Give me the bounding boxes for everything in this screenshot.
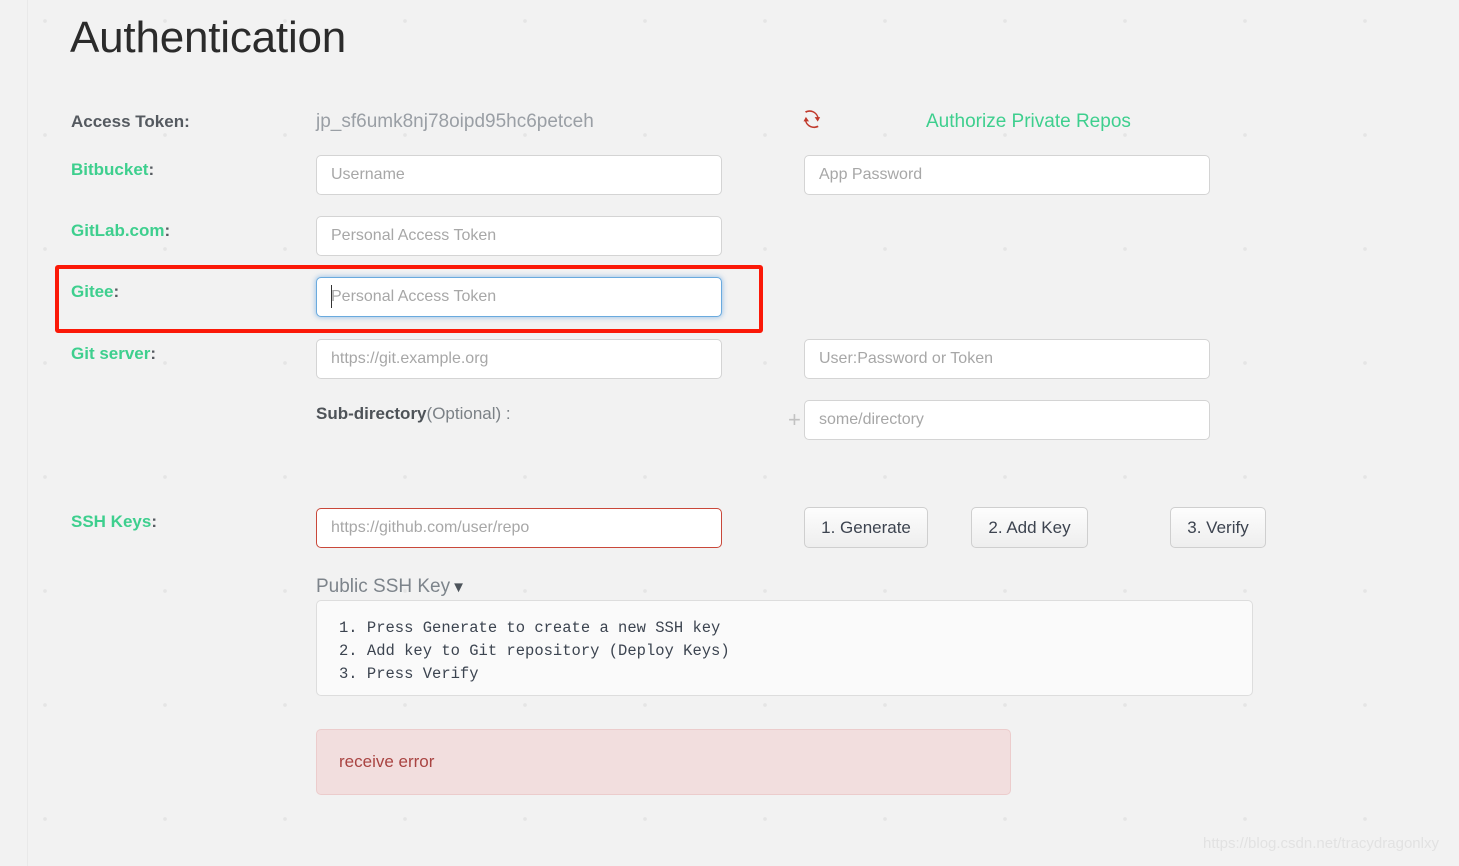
gitee-token-input-caret: [331, 285, 332, 308]
git-server-label-colon: :: [150, 344, 157, 363]
bitbucket-label-colon: :: [148, 160, 155, 179]
gitlab-label-text: GitLab.com: [71, 221, 165, 240]
ssh-key-instructions: 1. Press Generate to create a new SSH ke…: [316, 600, 1253, 696]
git-server-label: Git server:: [71, 345, 156, 362]
page-title: Authentication: [70, 13, 347, 62]
gitee-label: Gitee:: [71, 283, 119, 300]
page-background: Authentication Access Token: jp_sf6umk8n…: [0, 0, 1459, 866]
authorize-private-repos-link[interactable]: Authorize Private Repos: [926, 111, 1131, 133]
gitlab-token-input[interactable]: [316, 216, 722, 256]
sub-directory-input[interactable]: [804, 400, 1210, 440]
chevron-down-icon: ▼: [451, 579, 466, 596]
git-server-label-text: Git server: [71, 344, 151, 363]
bitbucket-username-input[interactable]: [316, 155, 722, 195]
gitee-label-text: Gitee: [71, 282, 114, 301]
verify-button[interactable]: 3. Verify: [1170, 507, 1266, 548]
ssh-repo-url-input[interactable]: [316, 508, 722, 548]
error-message-banner: receive error: [316, 729, 1011, 795]
access-token-value: jp_sf6umk8nj78oipd95hc6petceh: [316, 111, 594, 132]
gitlab-label: GitLab.com:: [71, 222, 170, 239]
csdn-watermark: https://blog.csdn.net/tracydragonlxy: [1203, 835, 1439, 852]
refresh-icon[interactable]: [801, 108, 825, 136]
add-key-button[interactable]: 2. Add Key: [971, 507, 1088, 548]
gitee-label-colon: :: [113, 282, 120, 301]
ssh-keys-label-text: SSH Keys: [71, 512, 152, 531]
generate-button[interactable]: 1. Generate: [804, 507, 928, 548]
ssh-keys-label-colon: :: [151, 512, 157, 531]
public-ssh-key-toggle-label: Public SSH Key: [316, 576, 451, 597]
error-message-text: receive error: [339, 752, 435, 771]
ssh-keys-label: SSH Keys:: [71, 513, 157, 530]
bitbucket-label-text: Bitbucket: [71, 160, 149, 179]
access-token-label: Access Token:: [71, 112, 190, 131]
sub-directory-label-light: (Optional) :: [426, 404, 511, 423]
git-server-credentials-input[interactable]: [804, 339, 1210, 379]
sub-directory-label: Sub-directory(Optional) :: [316, 405, 511, 422]
gitee-token-input[interactable]: [316, 277, 722, 317]
page-left-edge-divider: [27, 0, 28, 866]
gitlab-label-colon: :: [164, 221, 171, 240]
public-ssh-key-toggle[interactable]: Public SSH Key▼: [316, 577, 466, 596]
git-server-url-input[interactable]: [316, 339, 722, 379]
sub-directory-label-strong: Sub-directory: [316, 404, 427, 423]
bitbucket-label: Bitbucket:: [71, 161, 154, 178]
bitbucket-app-password-input[interactable]: [804, 155, 1210, 195]
add-sub-directory-plus-icon[interactable]: +: [788, 409, 801, 431]
